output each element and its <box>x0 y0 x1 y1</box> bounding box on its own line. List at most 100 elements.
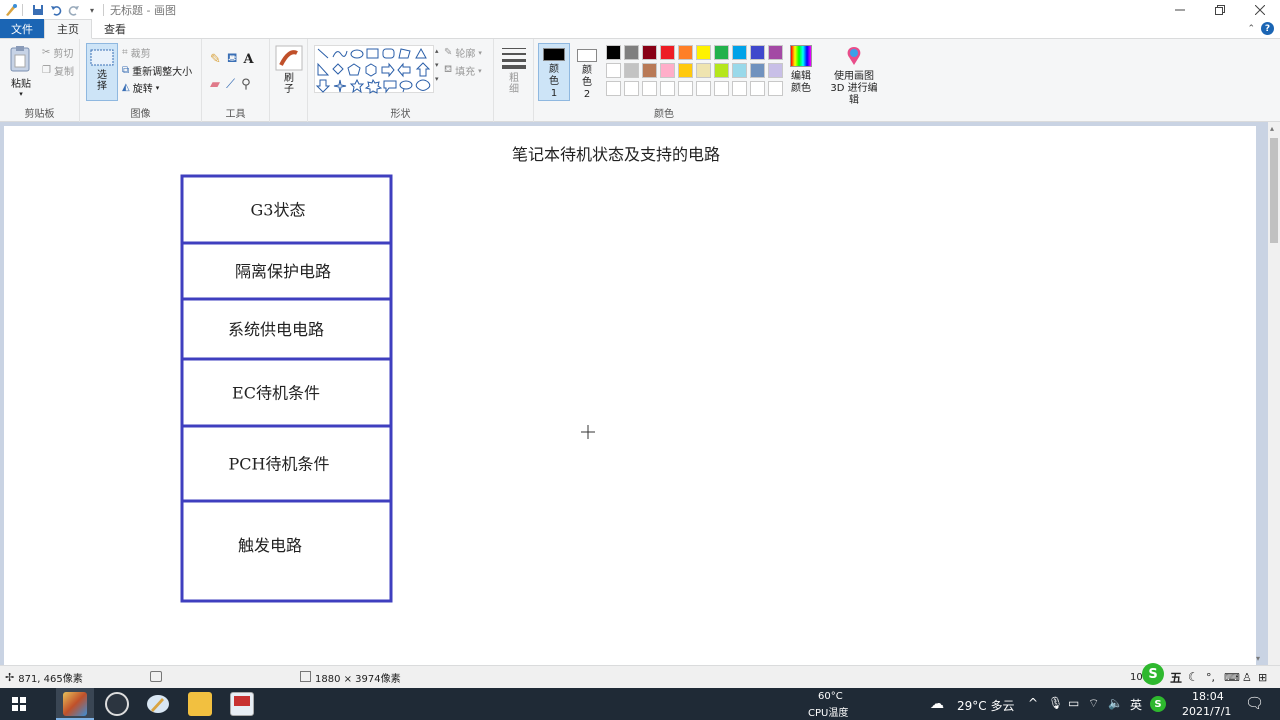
palette-color-swatch[interactable] <box>732 45 747 60</box>
palette-color-swatch[interactable] <box>696 63 711 78</box>
file-explorer-icon[interactable] <box>188 692 212 716</box>
custom-color-slot[interactable] <box>714 81 729 96</box>
resize-button[interactable]: ⧉ 重新调整大小 <box>122 63 192 78</box>
customize-toolbar-icon[interactable]: ▾ <box>85 3 99 17</box>
windows-start-icon[interactable] <box>12 697 26 714</box>
custom-color-slot[interactable] <box>768 81 783 96</box>
weather-text[interactable]: 29°C 多云 <box>957 697 1014 714</box>
brushes-button[interactable]: 刷子 <box>273 45 305 95</box>
pencil-icon[interactable]: ✎ <box>210 52 221 67</box>
palette-color-swatch[interactable] <box>714 45 729 60</box>
punctuation-icon[interactable]: °, <box>1206 671 1215 684</box>
clock-date[interactable]: 2021/7/1 <box>1182 705 1231 718</box>
ime-language[interactable]: 英 <box>1130 696 1142 713</box>
custom-color-slot[interactable] <box>642 81 657 96</box>
notification-icon[interactable]: 🗨 <box>1245 694 1264 712</box>
crop-button[interactable]: ⌗ 裁剪 <box>122 45 151 60</box>
palette-color-swatch[interactable] <box>732 63 747 78</box>
custom-color-slot[interactable] <box>606 81 621 96</box>
palette-color-swatch[interactable] <box>606 45 621 60</box>
minimize-button[interactable] <box>1160 0 1200 20</box>
select-rect-icon <box>90 49 114 66</box>
custom-color-slot[interactable] <box>696 81 711 96</box>
palette-color-swatch[interactable] <box>714 63 729 78</box>
user-icon[interactable]: ♙ <box>1242 671 1252 684</box>
redo-icon[interactable] <box>67 3 81 17</box>
restore-button[interactable] <box>1200 0 1240 20</box>
select-button[interactable]: 选择 <box>86 43 118 101</box>
size-button[interactable]: 粗细 <box>498 45 530 95</box>
eraser-icon[interactable]: ▰ <box>210 77 220 92</box>
palette-color-swatch[interactable] <box>624 45 639 60</box>
grid-icon[interactable]: ⊞ <box>1258 671 1267 684</box>
fill-bucket-icon[interactable]: ⛾ <box>227 51 238 68</box>
tab-view[interactable]: 查看 <box>92 19 138 38</box>
taskbar-app-active[interactable] <box>56 688 94 720</box>
palette-color-swatch[interactable] <box>750 45 765 60</box>
palette-color-swatch[interactable] <box>678 45 693 60</box>
sogou-tray-icon[interactable]: S <box>1150 696 1166 712</box>
weather-cloud-icon[interactable]: ☁ <box>930 696 944 712</box>
pdf-app-icon[interactable] <box>230 692 254 716</box>
help-icon[interactable]: ? <box>1261 22 1274 35</box>
palette-color-swatch[interactable] <box>768 45 783 60</box>
outline-button[interactable]: ✎ 轮廓 ▾ <box>444 45 482 60</box>
palette-color-swatch[interactable] <box>642 63 657 78</box>
paint-app-icon[interactable] <box>4 3 18 17</box>
palette-color-swatch[interactable] <box>624 63 639 78</box>
palette-color-swatch[interactable] <box>642 45 657 60</box>
shapes-scroll-up-icon[interactable]: ▴ <box>435 47 439 55</box>
shapes-expand-icon[interactable]: ▾ <box>435 75 439 83</box>
close-button[interactable] <box>1240 0 1280 20</box>
microphone-icon[interactable]: 🎙 <box>1048 696 1063 710</box>
scroll-up-icon[interactable]: ▴ <box>1270 124 1274 133</box>
palette-color-swatch[interactable] <box>696 45 711 60</box>
edit-colors-button[interactable]: 编辑颜色 <box>788 45 814 95</box>
size-group: 粗细 <box>494 39 534 122</box>
drawing-canvas[interactable]: 笔记本待机状态及支持的电路 G3状态 隔离保护电路 系统供电电路 EC待机条件 PCH待… <box>4 126 1256 665</box>
undo-icon[interactable] <box>49 3 63 17</box>
palette-color-swatch[interactable] <box>606 63 621 78</box>
paste-button[interactable]: 粘贴 ▾ <box>6 45 36 98</box>
paint3d-button[interactable]: 使用画图 3D 进行编辑 <box>826 45 882 107</box>
custom-color-slot[interactable] <box>750 81 765 96</box>
collapse-ribbon-icon[interactable]: ⌃ <box>1247 24 1255 34</box>
clock-time[interactable]: 18:04 <box>1192 690 1224 703</box>
battery-icon[interactable]: ▭ <box>1068 696 1079 710</box>
ime-wubi-label[interactable]: 五 <box>1170 669 1182 686</box>
sogou-ime-icon[interactable]: S <box>1142 663 1164 685</box>
palette-color-swatch[interactable] <box>660 63 675 78</box>
copy-button[interactable]: ❐ 复制 <box>42 63 74 78</box>
tab-file[interactable]: 文件 <box>0 19 44 38</box>
magnifier-icon[interactable]: ⚲ <box>241 77 251 92</box>
palette-color-swatch[interactable] <box>768 63 783 78</box>
scroll-down-icon[interactable]: ▾ <box>1256 654 1260 663</box>
text-icon[interactable]: A <box>244 52 254 67</box>
custom-color-slot[interactable] <box>624 81 639 96</box>
rotate-button[interactable]: ◭ 旋转 ▾ <box>122 80 159 95</box>
volume-icon[interactable]: 🔈 <box>1108 696 1123 710</box>
fill-button[interactable]: ⛾ 填充 ▾ <box>444 63 482 78</box>
custom-color-slot[interactable] <box>660 81 675 96</box>
keyboard-icon[interactable]: ⌨ <box>1224 671 1240 684</box>
chevron-up-icon[interactable]: ^ <box>1028 696 1038 710</box>
custom-color-slot[interactable] <box>678 81 693 96</box>
color-picker-icon[interactable]: ⟋ <box>226 77 235 92</box>
palette-color-swatch[interactable] <box>678 63 693 78</box>
cut-button[interactable]: ✂ 剪切 <box>42 45 73 60</box>
palette-color-swatch[interactable] <box>750 63 765 78</box>
color1-button[interactable]: 颜色 1 <box>538 43 570 101</box>
save-icon[interactable] <box>31 3 45 17</box>
vertical-scrollbar[interactable]: ▴ <box>1268 122 1280 665</box>
color2-button[interactable]: 颜色 2 <box>572 43 602 101</box>
obs-app-icon[interactable] <box>105 692 129 716</box>
scrollbar-thumb[interactable] <box>1270 138 1278 243</box>
shapes-gallery[interactable] <box>314 45 434 94</box>
custom-color-slot[interactable] <box>732 81 747 96</box>
moon-icon[interactable]: ☾ <box>1188 670 1199 684</box>
palette-color-swatch[interactable] <box>660 45 675 60</box>
wifi-icon[interactable]: ⌔ <box>1088 696 1099 711</box>
paint-taskbar-icon[interactable] <box>146 692 170 716</box>
tab-home[interactable]: 主页 <box>44 19 92 39</box>
shapes-scroll-down-icon[interactable]: ▾ <box>435 61 439 69</box>
